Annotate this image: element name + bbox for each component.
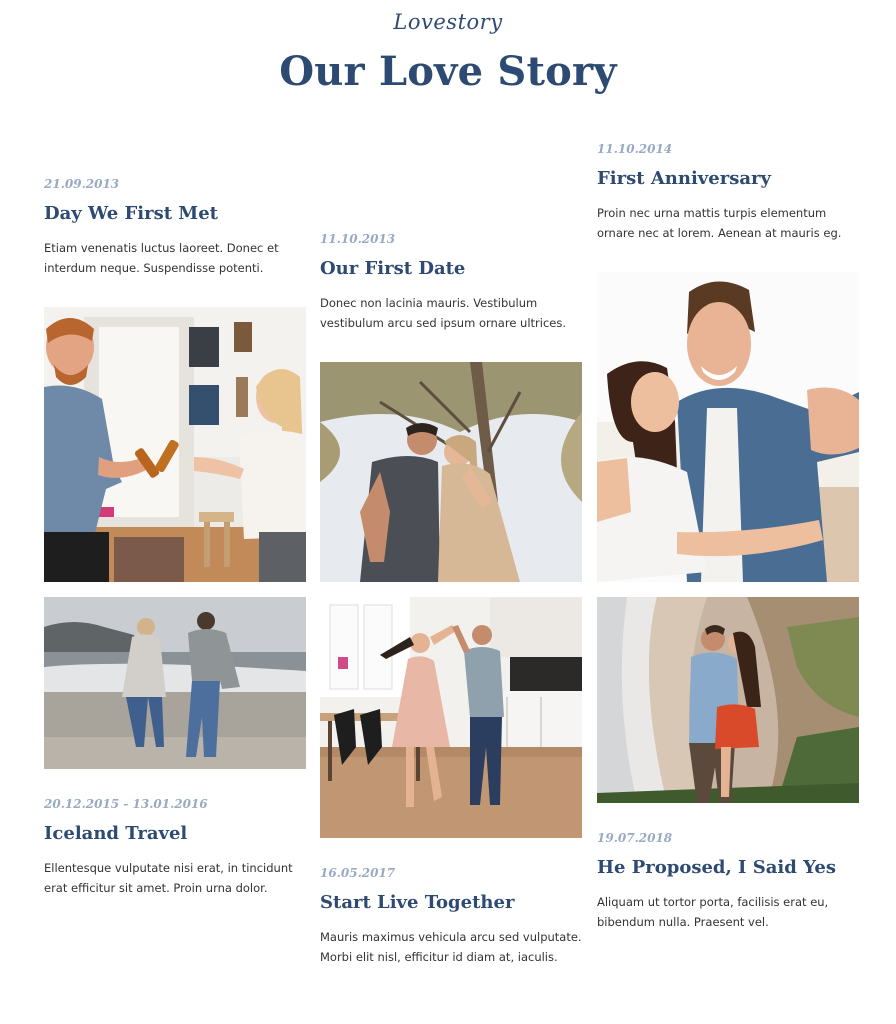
story-text: Proin nec urna mattis turpis elementum o… — [597, 206, 842, 240]
page-header: Lovestory Our Love Story — [0, 0, 896, 130]
story-date: 11.10.2013 — [320, 232, 396, 246]
story-text: Mauris maximus vehicula arcu sed vulputa… — [320, 930, 582, 964]
story-live-together: 16.05.2017 Start Live Together Mauris ma… — [320, 866, 582, 967]
story-title: First Anniversary — [597, 168, 771, 189]
story-date: 11.10.2014 — [597, 142, 673, 156]
page-title: Our Love Story — [279, 48, 617, 95]
story-title: Our First Date — [320, 258, 466, 279]
story-text: Donec non lacinia mauris. Vestibulum ves… — [320, 296, 567, 330]
story-date: 20.12.2015 - 13.01.2016 — [44, 797, 208, 811]
story-date: 21.09.2013 — [44, 177, 120, 191]
story-first-date: 11.10.2013 Our First Date Donec non laci… — [320, 232, 582, 333]
photo-selfie-hug — [597, 272, 859, 582]
story-title: Iceland Travel — [44, 823, 188, 844]
photo-kiss-under-tree — [320, 362, 582, 582]
story-text: Aliquam ut tortor porta, facilisis erat … — [597, 895, 829, 929]
script-subtitle: Lovestory — [393, 10, 503, 34]
story-title: Day We First Met — [44, 203, 218, 224]
story-date: 16.05.2017 — [320, 866, 396, 880]
story-text: Etiam venenatis luctus laoreet. Donec et… — [44, 241, 279, 275]
story-first-met: 21.09.2013 Day We First Met Etiam venena… — [44, 177, 306, 278]
photo-dancing-kitchen — [320, 597, 582, 838]
photo-toasting-couple — [44, 307, 306, 582]
story-text: Ellentesque vulputate nisi erat, in tinc… — [44, 861, 293, 895]
story-date: 19.07.2018 — [597, 831, 673, 845]
photo-cliff-kiss — [597, 597, 859, 803]
story-anniversary: 11.10.2014 First Anniversary Proin nec u… — [597, 142, 859, 243]
story-title: He Proposed, I Said Yes — [597, 857, 836, 878]
photo-beach-walk — [44, 597, 306, 769]
story-proposed: 19.07.2018 He Proposed, I Said Yes Aliqu… — [597, 831, 859, 932]
story-title: Start Live Together — [320, 892, 515, 913]
story-iceland: 20.12.2015 - 13.01.2016 Iceland Travel E… — [44, 797, 306, 898]
